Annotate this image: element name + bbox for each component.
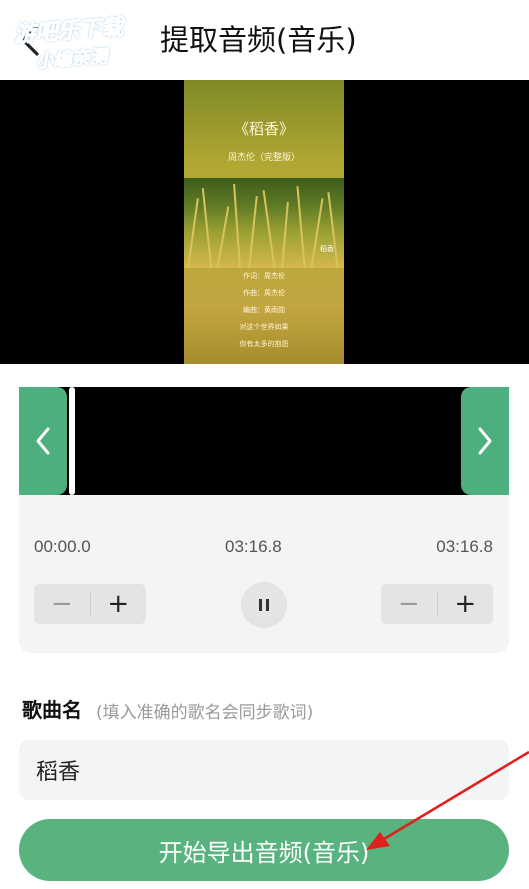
playhead-cursor[interactable] <box>69 387 75 495</box>
end-time: 03:16.8 <box>436 537 493 556</box>
poster-title: 《稻香》 <box>233 120 294 138</box>
start-time-stepper: − + <box>34 584 146 624</box>
trim-editor: 00:00.0 03:16.8 03:16.8 − + − + <box>19 387 509 653</box>
credits-list: 作词：周杰伦 作曲：周杰伦 编曲：黄雨勋 对这个世界如果 你有太多的抱怨 <box>184 268 344 353</box>
end-decrease-button[interactable]: − <box>381 584 437 624</box>
current-time: 03:16.8 <box>225 537 282 556</box>
start-decrease-button[interactable]: − <box>34 584 90 624</box>
pause-button[interactable] <box>241 582 287 628</box>
end-increase-button[interactable]: + <box>437 584 493 624</box>
page-title: 提取音频(音乐) <box>160 23 357 57</box>
video-preview[interactable]: 《稻香》 周杰伦（完整版） 稻香 作词：周杰伦 作曲：周杰伦 编曲：黄雨勋 对这… <box>0 80 529 364</box>
pause-icon <box>259 599 269 611</box>
credit-line: 对这个世界如果 <box>239 323 289 331</box>
header-bar: 游吧乐下载 小编亲测 提取音频(音乐) <box>0 0 529 80</box>
photo-tag: 稻香 <box>320 245 334 253</box>
credit-line: 你有太多的抱怨 <box>239 340 289 348</box>
export-audio-button[interactable]: 开始导出音频(音乐) <box>19 819 509 881</box>
watermark-logo: 游吧乐下载 小编亲测 <box>12 7 151 73</box>
trim-start-handle[interactable] <box>19 387 67 495</box>
credit-line: 作词：周杰伦 <box>243 272 285 280</box>
song-name-hint: (填入准确的歌名会同步歌词) <box>96 703 314 723</box>
credit-line: 作曲：周杰伦 <box>243 289 285 297</box>
trim-end-handle[interactable] <box>461 387 509 495</box>
song-name-label: 歌曲名 <box>22 698 82 722</box>
screen: 游吧乐下载 小编亲测 提取音频(音乐) 《稻香》 周杰伦（完整版） 稻香 作词：… <box>0 0 529 889</box>
audio-trim-strip[interactable] <box>19 387 509 495</box>
chevron-right-icon <box>478 427 492 455</box>
rice-field-image: 稻香 <box>184 178 344 268</box>
end-time-stepper: − + <box>381 584 493 624</box>
video-frame: 《稻香》 周杰伦（完整版） 稻香 作词：周杰伦 作曲：周杰伦 编曲：黄雨勋 对这… <box>184 80 344 364</box>
start-increase-button[interactable]: + <box>90 584 146 624</box>
chevron-left-icon <box>36 427 50 455</box>
poster-subtitle: 周杰伦（完整版） <box>227 153 300 163</box>
song-name-input[interactable] <box>19 740 509 800</box>
credit-line: 编曲：黄雨勋 <box>243 306 285 314</box>
start-time: 00:00.0 <box>34 537 91 556</box>
